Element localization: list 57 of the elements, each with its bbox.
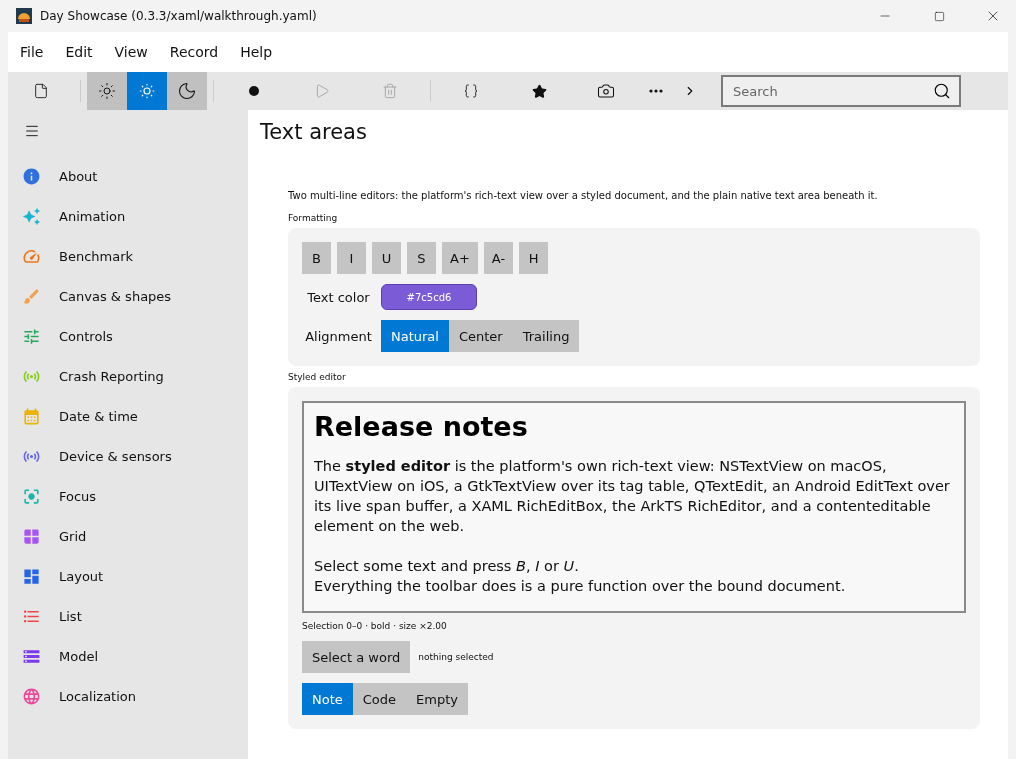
app-logo-icon (16, 8, 32, 24)
sidebar-item[interactable]: Animation (8, 196, 248, 236)
sidebar-item[interactable]: Grid (8, 516, 248, 556)
sidebar-item[interactable]: Model (8, 636, 248, 676)
search-icon (933, 82, 951, 100)
alignment-option[interactable]: Natural (381, 320, 449, 352)
sidebar-item[interactable]: About (8, 156, 248, 196)
select-word-button[interactable]: Select a word (302, 641, 411, 673)
sidebar-item[interactable]: Date & time (8, 396, 248, 436)
page-description: Two multi-line editors: the platform's rich-text view over a styled document, and the plain native text area beneath it. (288, 190, 879, 201)
sidebar-item[interactable]: Focus (8, 476, 248, 516)
menu-item[interactable]: Edit (57, 44, 101, 60)
sidebar-item[interactable]: Device & sensors (8, 436, 248, 476)
format-button[interactable]: U (372, 242, 401, 274)
format-button[interactable]: I (337, 242, 366, 274)
section-label: Formatting (288, 213, 339, 223)
text-color-label: Text color (306, 289, 371, 305)
menu-item[interactable]: Help (232, 44, 281, 60)
document-option[interactable]: Code (352, 683, 407, 715)
color-picker-button[interactable]: #7c5cd6 (381, 284, 477, 310)
document-option[interactable]: Note (302, 683, 353, 715)
format-button[interactable]: B (302, 242, 331, 274)
maximize-icon (933, 10, 945, 22)
sidebar-item[interactable]: Benchmark (8, 236, 248, 276)
format-button[interactable]: H (519, 242, 549, 274)
page-title: Text areas (260, 120, 368, 144)
sidebar-item[interactable]: List (8, 596, 248, 636)
sun-theme-button[interactable] (87, 72, 127, 110)
window-title: Day Showcase (0.3.3/xaml/walkthrough.yaml) (40, 9, 318, 23)
alignment-option[interactable]: Center (448, 320, 513, 352)
selection-note: nothing selected (418, 652, 494, 662)
menu-item[interactable]: File (12, 44, 52, 60)
menu-item[interactable]: View (106, 44, 156, 60)
document-paragraph: The styled editor is the platform's own rich-text view: NSTextView on macOS, UITextView on iOS, a GtkTextView over its tag table, QTextEdit, an Android EditText over its live span buffer, a XAML RichEditBox, the ArkTS RichEditor, and a contenteditable element on the web. (314, 457, 951, 536)
file-icon (33, 83, 49, 99)
search-field[interactable]: Search (721, 75, 961, 107)
sidebar-item[interactable]: Localization (8, 676, 248, 716)
document-paragraph: Select some text and press B, I or U. Everything the toolbar does is a pure function over the bound document. (314, 557, 847, 596)
moon-icon (177, 81, 197, 101)
sidebar-item[interactable]: Canvas & shapes (8, 276, 248, 316)
section-label: Styled editor (288, 372, 347, 382)
alignment-option[interactable]: Trailing (512, 320, 580, 352)
sun-icon (98, 82, 116, 100)
half-sun-icon (138, 82, 156, 100)
menu-item[interactable]: Record (161, 44, 227, 60)
format-button[interactable]: A- (483, 242, 514, 274)
alignment-label: Alignment (304, 328, 373, 344)
sidebar-item[interactable]: Layout (8, 556, 248, 596)
format-button[interactable]: A+ (442, 242, 478, 274)
document-heading: Release notes (314, 411, 529, 442)
document-option[interactable]: Empty (406, 683, 468, 715)
sidebar-item[interactable]: Controls (8, 316, 248, 356)
rich-text-editor[interactable] (302, 401, 966, 613)
moon-theme-button[interactable] (167, 72, 207, 110)
format-button[interactable]: S (407, 242, 436, 274)
selection-status: Selection 0–0 · bold · size ×2.00 (302, 621, 447, 631)
sidebar-item[interactable]: Crash Reporting (8, 356, 248, 396)
